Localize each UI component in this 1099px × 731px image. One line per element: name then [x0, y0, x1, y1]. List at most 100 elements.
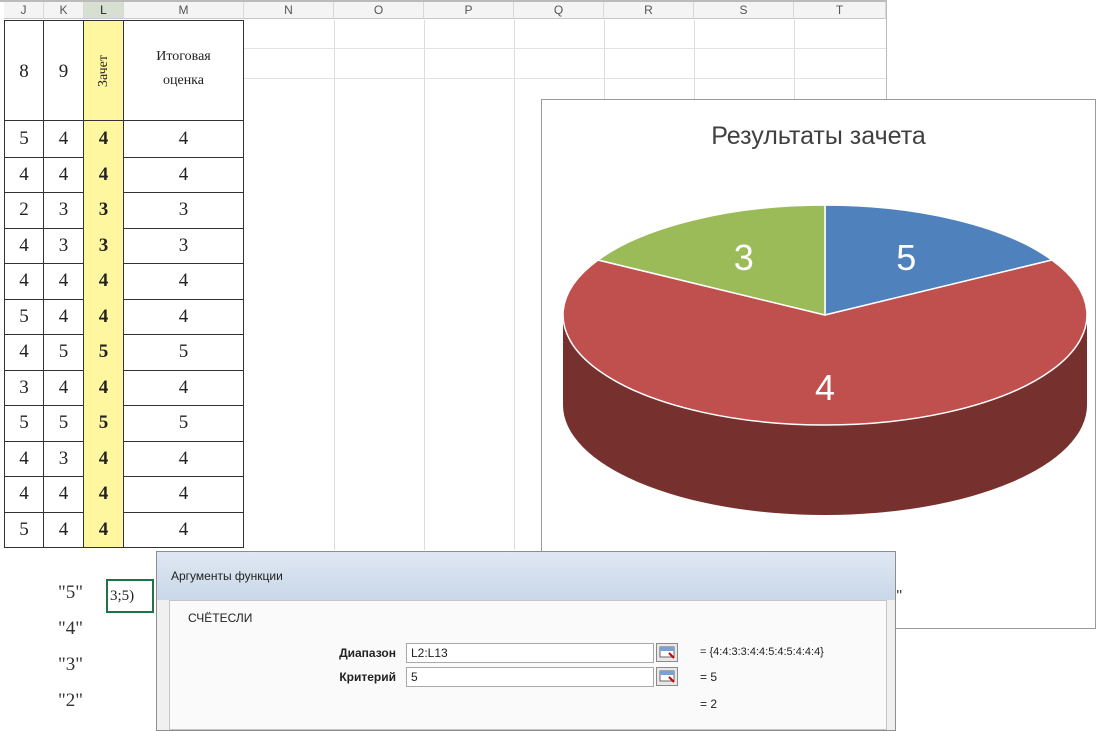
- function-arguments-dialog[interactable]: Аргументы функции СЧЁТЕСЛИ Диапазон L2:L…: [156, 551, 896, 731]
- cell-itog[interactable]: 4: [124, 156, 244, 193]
- cell-zachet[interactable]: 5: [84, 405, 124, 442]
- pie-data-label: 3: [734, 237, 754, 278]
- pie-data-label: 5: [896, 237, 916, 278]
- cell-j[interactable]: 5: [4, 405, 44, 442]
- grid-line: [604, 20, 605, 100]
- cell-itog[interactable]: 4: [124, 476, 244, 513]
- cell-j[interactable]: 5: [4, 511, 44, 548]
- column-header-j[interactable]: J: [4, 2, 44, 19]
- cell-itog[interactable]: 4: [124, 298, 244, 335]
- cell-zachet[interactable]: 4: [84, 298, 124, 335]
- cell-zachet[interactable]: 4: [84, 369, 124, 406]
- pie-data-label: 4: [815, 367, 835, 408]
- pie-chart[interactable]: Результаты зачета 543 "5""4""3""2": [541, 99, 1096, 629]
- cell-k[interactable]: 4: [44, 121, 84, 158]
- cell-itog[interactable]: 5: [124, 334, 244, 371]
- cell-j[interactable]: 3: [4, 369, 44, 406]
- summary-label[interactable]: "4": [58, 618, 83, 640]
- summary-label[interactable]: "5": [58, 582, 83, 604]
- header-cell-itogovaya[interactable]: Итоговая оценка: [124, 20, 244, 121]
- column-header-m[interactable]: M: [124, 2, 244, 19]
- cell-k[interactable]: 5: [44, 334, 84, 371]
- cell-zachet[interactable]: 4: [84, 476, 124, 513]
- collapse-dialog-icon: [659, 670, 675, 683]
- cell-itog[interactable]: 3: [124, 227, 244, 264]
- cell-j[interactable]: 5: [4, 298, 44, 335]
- cell-zachet[interactable]: 4: [84, 156, 124, 193]
- cell-itog[interactable]: 4: [124, 511, 244, 548]
- cell-zachet[interactable]: 3: [84, 192, 124, 229]
- cell-itog[interactable]: 4: [124, 263, 244, 300]
- cell-k[interactable]: 3: [44, 192, 84, 229]
- cell-k[interactable]: 4: [44, 369, 84, 406]
- cell-itog[interactable]: 5: [124, 405, 244, 442]
- cell-k[interactable]: 3: [44, 440, 84, 477]
- cell-j[interactable]: 4: [4, 156, 44, 193]
- grid-line: [424, 20, 425, 550]
- grades-table: 8 9 Зачет Итоговая оценка 54444444233343…: [4, 20, 244, 548]
- cell-j[interactable]: 5: [4, 121, 44, 158]
- header-cell-9[interactable]: 9: [44, 20, 84, 121]
- cell-j[interactable]: 2: [4, 192, 44, 229]
- cell-k[interactable]: 4: [44, 298, 84, 335]
- summary-label[interactable]: "2": [58, 690, 83, 712]
- range-input[interactable]: L2:L13: [406, 643, 654, 663]
- zachet-label: Зачет: [95, 54, 111, 87]
- cell-itog[interactable]: 3: [124, 192, 244, 229]
- active-cell[interactable]: 3;5): [106, 579, 154, 613]
- cell-zachet[interactable]: 5: [84, 334, 124, 371]
- grid-line: [244, 78, 886, 79]
- dialog-title: Аргументы функции: [171, 569, 283, 583]
- itogovaya-label: Итоговая: [156, 49, 211, 64]
- range-label: Диапазон: [339, 646, 396, 660]
- cell-j[interactable]: 4: [4, 227, 44, 264]
- formula-result: = 2: [700, 697, 718, 711]
- column-header-k[interactable]: K: [44, 2, 84, 19]
- collapse-dialog-icon: [659, 646, 675, 659]
- cell-zachet[interactable]: 3: [84, 227, 124, 264]
- header-cell-8[interactable]: 8: [4, 20, 44, 121]
- column-header-s[interactable]: S: [694, 2, 794, 19]
- criteria-label: Критерий: [339, 670, 396, 684]
- cell-j[interactable]: 4: [4, 263, 44, 300]
- cell-zachet[interactable]: 4: [84, 440, 124, 477]
- column-header-n[interactable]: N: [244, 2, 334, 19]
- cell-zachet[interactable]: 4: [84, 263, 124, 300]
- dialog-title-bar[interactable]: Аргументы функции: [157, 552, 895, 600]
- cell-j[interactable]: 4: [4, 334, 44, 371]
- cell-itog[interactable]: 4: [124, 440, 244, 477]
- grid-line: [794, 20, 795, 100]
- cell-k[interactable]: 4: [44, 476, 84, 513]
- cell-k[interactable]: 3: [44, 227, 84, 264]
- cell-j[interactable]: 4: [4, 476, 44, 513]
- sheet-right-border: [886, 0, 887, 100]
- grid-line: [694, 20, 695, 100]
- cell-k[interactable]: 4: [44, 156, 84, 193]
- cell-k[interactable]: 5: [44, 405, 84, 442]
- cell-k[interactable]: 4: [44, 511, 84, 548]
- range-result: = {4:4:3:3:4:4:5:4:5:4:4:4}: [700, 646, 824, 658]
- column-header-q[interactable]: Q: [514, 2, 604, 19]
- column-header-t[interactable]: T: [794, 2, 886, 19]
- column-header-l[interactable]: L: [84, 2, 124, 19]
- grid-line: [244, 48, 886, 49]
- cell-itog[interactable]: 4: [124, 121, 244, 158]
- column-header-p[interactable]: P: [424, 2, 514, 19]
- criteria-collapse-button[interactable]: [656, 667, 678, 686]
- cell-zachet[interactable]: 4: [84, 121, 124, 158]
- cell-itog[interactable]: 4: [124, 369, 244, 406]
- cell-zachet[interactable]: 4: [84, 511, 124, 548]
- cell-j[interactable]: 4: [4, 440, 44, 477]
- criteria-input[interactable]: 5: [406, 667, 654, 687]
- criteria-result: = 5: [700, 670, 718, 684]
- cell-k[interactable]: 4: [44, 263, 84, 300]
- header-cell-zachet[interactable]: Зачет: [84, 20, 124, 121]
- function-name: СЧЁТЕСЛИ: [188, 611, 253, 625]
- dialog-body: СЧЁТЕСЛИ Диапазон L2:L13 = {4:4:3:3:4:4:…: [169, 600, 887, 730]
- summary-label[interactable]: "3": [58, 654, 83, 676]
- pie-plot: 5 4 3: [562, 204, 1088, 515]
- column-header-r[interactable]: R: [604, 2, 694, 19]
- grid-line: [514, 20, 515, 550]
- range-collapse-button[interactable]: [656, 643, 678, 662]
- column-header-o[interactable]: O: [334, 2, 424, 19]
